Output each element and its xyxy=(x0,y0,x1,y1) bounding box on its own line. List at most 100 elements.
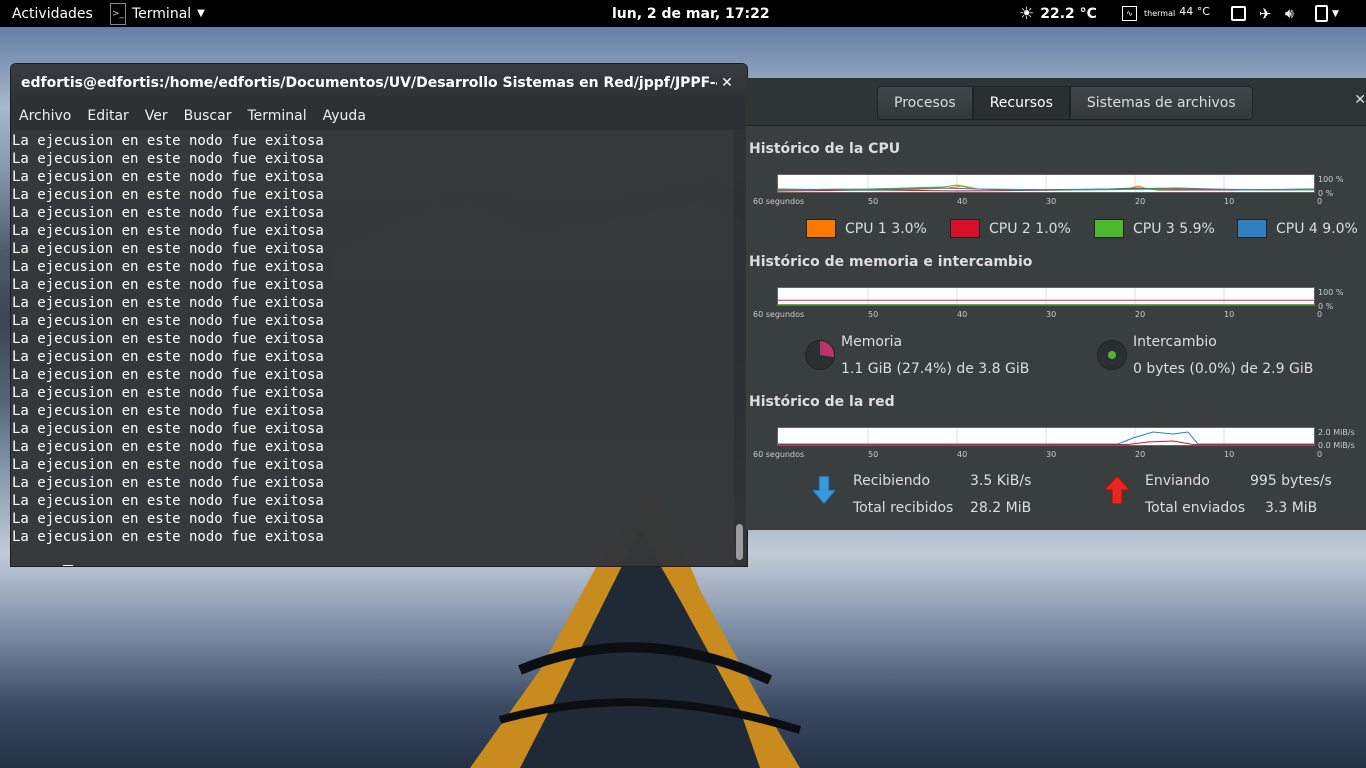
app-menu-label: Terminal xyxy=(132,5,192,22)
x-tick: 50 xyxy=(868,450,879,459)
terminal-line: La ejecusion en este nodo fue exitosa xyxy=(12,241,324,257)
x-tick: 50 xyxy=(868,310,879,319)
app-menu-button[interactable]: >_ Terminal ▼ xyxy=(110,0,205,27)
terminal-prompt-line xyxy=(12,546,734,566)
swap-value: 0 bytes (0.0%) de 2.9 GiB xyxy=(1133,361,1314,377)
system-monitor-window[interactable]: Procesos Recursos Sistemas de archivos ✕… xyxy=(746,78,1366,530)
tab-recursos[interactable]: Recursos xyxy=(972,86,1070,120)
weather-indicator[interactable]: ☀ 22.2 °C xyxy=(1019,0,1097,27)
close-icon[interactable]: ✕ xyxy=(717,75,737,91)
terminal-window[interactable]: edfortis@edfortis:/home/edfortis/Documen… xyxy=(11,64,747,566)
x-tick: 40 xyxy=(957,310,968,319)
cpu3-label: CPU 3 xyxy=(1133,220,1175,237)
terminal-titlebar[interactable]: edfortis@edfortis:/home/edfortis/Documen… xyxy=(11,64,747,102)
menu-ver[interactable]: Ver xyxy=(145,108,168,124)
cpu4-color-swatch[interactable] xyxy=(1237,219,1267,238)
chevron-down-icon: ▼ xyxy=(1332,8,1339,19)
cpu1-label: CPU 1 xyxy=(845,220,887,237)
menu-ayuda[interactable]: Ayuda xyxy=(323,108,366,124)
cpu4-label: CPU 4 xyxy=(1276,220,1318,237)
terminal-line: La ejecusion en este nodo fue exitosa xyxy=(12,313,324,329)
network-x-axis: 60 segundos 50 40 30 20 10 0 xyxy=(753,450,1322,460)
menu-terminal[interactable]: Terminal xyxy=(247,108,306,124)
x-tick: 0 xyxy=(1317,450,1323,459)
x-tick: 60 segundos xyxy=(753,450,805,459)
x-tick: 60 segundos xyxy=(753,310,805,319)
activities-button[interactable]: Actividades xyxy=(12,0,93,27)
total-sent-label: Total enviados xyxy=(1145,500,1246,516)
terminal-line: La ejecusion en este nodo fue exitosa xyxy=(12,385,324,401)
terminal-line: La ejecusion en este nodo fue exitosa xyxy=(12,277,324,293)
menu-archivo[interactable]: Archivo xyxy=(19,108,71,124)
cpu3-legend[interactable]: CPU 3 5.9% xyxy=(1094,219,1215,238)
x-tick: 20 xyxy=(1135,450,1146,459)
terminal-app-icon: >_ xyxy=(110,2,126,25)
top-panel: Actividades >_ Terminal ▼ lun, 2 de mar,… xyxy=(0,0,1366,27)
tab-procesos[interactable]: Procesos xyxy=(877,86,973,120)
menu-editar[interactable]: Editar xyxy=(87,108,128,124)
thermal-block: thermal xyxy=(1144,9,1175,18)
mem-y-max: 100 % xyxy=(1318,288,1344,297)
terminal-line: La ejecusion en este nodo fue exitosa xyxy=(12,439,324,455)
scrollbar-thumb[interactable] xyxy=(736,524,743,560)
tab-sistemas-de-archivos[interactable]: Sistemas de archivos xyxy=(1069,86,1253,120)
memory-pie-icon[interactable] xyxy=(805,340,835,370)
x-tick: 30 xyxy=(1046,197,1057,206)
view-switcher: Procesos Recursos Sistemas de archivos xyxy=(877,86,1253,120)
net-y-max: 2.0 MiB/s xyxy=(1318,428,1355,437)
menu-buscar[interactable]: Buscar xyxy=(184,108,232,124)
thermometer-icon: ∿ xyxy=(1122,6,1137,21)
battery-icon[interactable]: ▼ xyxy=(1315,0,1339,27)
memory-label: Memoria xyxy=(841,334,903,350)
terminal-output[interactable]: La ejecusion en este nodo fue exitosa La… xyxy=(11,130,734,566)
terminal-line: La ejecusion en este nodo fue exitosa xyxy=(12,457,324,473)
cpu2-legend[interactable]: CPU 2 1.0% xyxy=(950,219,1071,238)
weather-value: 22.2 °C xyxy=(1040,5,1097,22)
cpu-history-title: Histórico de la CPU xyxy=(749,141,901,157)
clock-button[interactable]: lun, 2 de mar, 17:22 xyxy=(612,0,770,27)
close-icon[interactable]: ✕ xyxy=(1354,92,1366,108)
terminal-line: La ejecusion en este nodo fue exitosa xyxy=(12,529,324,545)
thermal-label: thermal xyxy=(1144,9,1176,18)
cpu4-legend[interactable]: CPU 4 9.0% xyxy=(1237,219,1358,238)
memory-graph xyxy=(777,287,1315,306)
cpu1-color-swatch[interactable] xyxy=(806,219,836,238)
terminal-menubar: Archivo Editar Ver Buscar Terminal Ayuda xyxy=(11,102,747,130)
terminal-title: edfortis@edfortis:/home/edfortis/Documen… xyxy=(21,75,717,91)
system-monitor-headerbar: Procesos Recursos Sistemas de archivos ✕ xyxy=(746,78,1366,126)
x-tick: 0 xyxy=(1317,310,1323,319)
terminal-line: La ejecusion en este nodo fue exitosa xyxy=(12,349,324,365)
cpu3-color-swatch[interactable] xyxy=(1094,219,1124,238)
terminal-line: La ejecusion en este nodo fue exitosa xyxy=(12,511,324,527)
download-arrow-icon[interactable] xyxy=(810,475,838,508)
x-tick: 0 xyxy=(1317,197,1323,206)
terminal-line: La ejecusion en este nodo fue exitosa xyxy=(12,169,324,185)
thermal-indicator[interactable]: ∿ thermal 44 °C xyxy=(1122,0,1210,27)
x-tick: 60 segundos xyxy=(753,197,805,206)
total-received-value: 28.2 MiB xyxy=(970,500,1032,516)
terminal-line: La ejecusion en este nodo fue exitosa xyxy=(12,187,324,203)
network-graph xyxy=(777,427,1315,446)
cpu2-label: CPU 2 xyxy=(989,220,1031,237)
clock-label: lun, 2 de mar, 17:22 xyxy=(612,5,770,22)
x-tick: 10 xyxy=(1224,310,1235,319)
airplane-mode-icon[interactable]: ✈ xyxy=(1259,0,1272,27)
cpu1-value: 3.0% xyxy=(891,220,927,237)
terminal-scrollbar[interactable] xyxy=(736,132,744,562)
terminal-line: La ejecusion en este nodo fue exitosa xyxy=(12,421,324,437)
upload-arrow-icon[interactable] xyxy=(1102,475,1132,508)
window-icon[interactable] xyxy=(1231,0,1246,27)
x-tick: 40 xyxy=(957,197,968,206)
swap-pie-icon[interactable] xyxy=(1097,340,1127,370)
cpu-x-axis: 60 segundos 50 40 30 20 10 0 xyxy=(753,197,1322,207)
volume-icon[interactable]: 🔊︎ xyxy=(1285,0,1294,27)
memory-history-title: Histórico de memoria e intercambio xyxy=(749,254,1033,270)
swap-label: Intercambio xyxy=(1133,334,1217,350)
cpu2-color-swatch[interactable] xyxy=(950,219,980,238)
cpu1-legend[interactable]: CPU 1 3.0% xyxy=(806,219,927,238)
cpu-y-max: 100 % xyxy=(1318,175,1344,184)
terminal-line: La ejecusion en este nodo fue exitosa xyxy=(12,331,324,347)
memory-value: 1.1 GiB (27.4%) de 3.8 GiB xyxy=(841,361,1030,377)
x-tick: 10 xyxy=(1224,450,1235,459)
terminal-line: La ejecusion en este nodo fue exitosa xyxy=(12,493,324,509)
